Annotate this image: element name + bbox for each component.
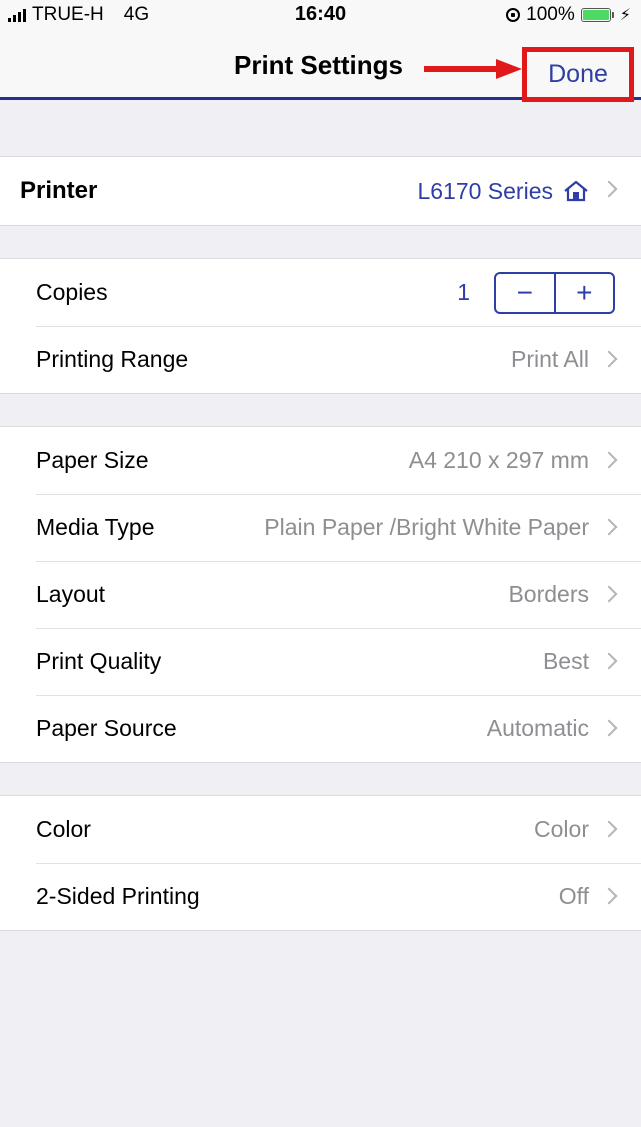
two-sided-printing-row[interactable]: 2-Sided Printing Off bbox=[0, 863, 641, 930]
copies-row: Copies 1 − + bbox=[0, 259, 641, 326]
stepper-control: − + bbox=[494, 271, 615, 314]
chevron-right-icon bbox=[600, 585, 618, 603]
color-group: Color Color 2-Sided Printing Off bbox=[0, 795, 641, 931]
printing-range-row[interactable]: Printing Range Print All bbox=[0, 326, 641, 393]
media-type-value: Plain Paper /Bright White Paper bbox=[264, 514, 618, 541]
media-type-row[interactable]: Media Type Plain Paper /Bright White Pap… bbox=[0, 494, 641, 561]
copies-stepper: 1 − + bbox=[457, 271, 615, 314]
print-quality-value: Best bbox=[543, 648, 618, 675]
printer-group: Printer L6170 Series bbox=[0, 156, 641, 226]
printer-value: L6170 Series bbox=[417, 177, 618, 205]
paper-source-label: Paper Source bbox=[36, 715, 177, 741]
red-arrow-annotation bbox=[424, 59, 522, 79]
chevron-right-icon bbox=[600, 887, 618, 905]
two-sided-printing-label: 2-Sided Printing bbox=[36, 883, 200, 909]
printer-name: L6170 Series bbox=[417, 177, 553, 204]
copies-value: 1 bbox=[457, 279, 470, 305]
battery-percent: 100% bbox=[526, 4, 575, 25]
paper-size-label: Paper Size bbox=[36, 447, 149, 473]
home-icon bbox=[564, 180, 588, 202]
paper-size-row[interactable]: Paper Size A4 210 x 297 mm bbox=[0, 427, 641, 494]
decrement-button[interactable]: − bbox=[496, 274, 554, 312]
color-row[interactable]: Color Color bbox=[0, 796, 641, 863]
settings-list: Printer L6170 Series Copies 1 − + Printi… bbox=[0, 100, 641, 931]
layout-value: Borders bbox=[508, 581, 618, 608]
copies-label: Copies bbox=[36, 279, 108, 305]
printer-row[interactable]: Printer L6170 Series bbox=[0, 157, 641, 225]
chevron-right-icon bbox=[600, 719, 618, 737]
layout-label: Layout bbox=[36, 581, 106, 607]
print-quality-label: Print Quality bbox=[36, 648, 162, 674]
chevron-right-icon bbox=[600, 180, 618, 198]
battery-icon bbox=[580, 8, 614, 22]
chevron-right-icon bbox=[600, 350, 618, 368]
print-quality-row[interactable]: Print Quality Best bbox=[0, 628, 641, 695]
printing-range-value: Print All bbox=[511, 346, 618, 373]
chevron-right-icon bbox=[600, 652, 618, 670]
nav-bar: Print Settings Done bbox=[0, 30, 641, 102]
color-value: Color bbox=[534, 816, 618, 843]
rotation-lock-icon bbox=[506, 8, 521, 22]
two-sided-printing-value: Off bbox=[559, 883, 618, 910]
color-label: Color bbox=[36, 816, 91, 842]
printing-range-label: Printing Range bbox=[36, 346, 189, 372]
status-bar: TRUE-H 4G 16:40 100% ⚡ bbox=[0, 0, 641, 30]
copies-group: Copies 1 − + Printing Range Print All bbox=[0, 258, 641, 394]
layout-row[interactable]: Layout Borders bbox=[0, 561, 641, 628]
chevron-right-icon bbox=[600, 518, 618, 536]
chevron-right-icon bbox=[600, 820, 618, 838]
paper-source-row[interactable]: Paper Source Automatic bbox=[0, 695, 641, 762]
charging-icon: ⚡ bbox=[619, 7, 631, 24]
increment-button[interactable]: + bbox=[553, 273, 614, 312]
done-button[interactable]: Done bbox=[548, 60, 608, 89]
done-highlight-box: Done bbox=[522, 47, 634, 102]
paper-group: Paper Size A4 210 x 297 mm Media Type Pl… bbox=[0, 426, 641, 763]
media-type-label: Media Type bbox=[36, 514, 155, 540]
paper-size-value: A4 210 x 297 mm bbox=[409, 447, 618, 474]
status-right: 100% ⚡ bbox=[506, 4, 631, 26]
paper-source-value: Automatic bbox=[487, 715, 618, 742]
printer-label: Printer bbox=[20, 177, 98, 204]
chevron-right-icon bbox=[600, 451, 618, 469]
